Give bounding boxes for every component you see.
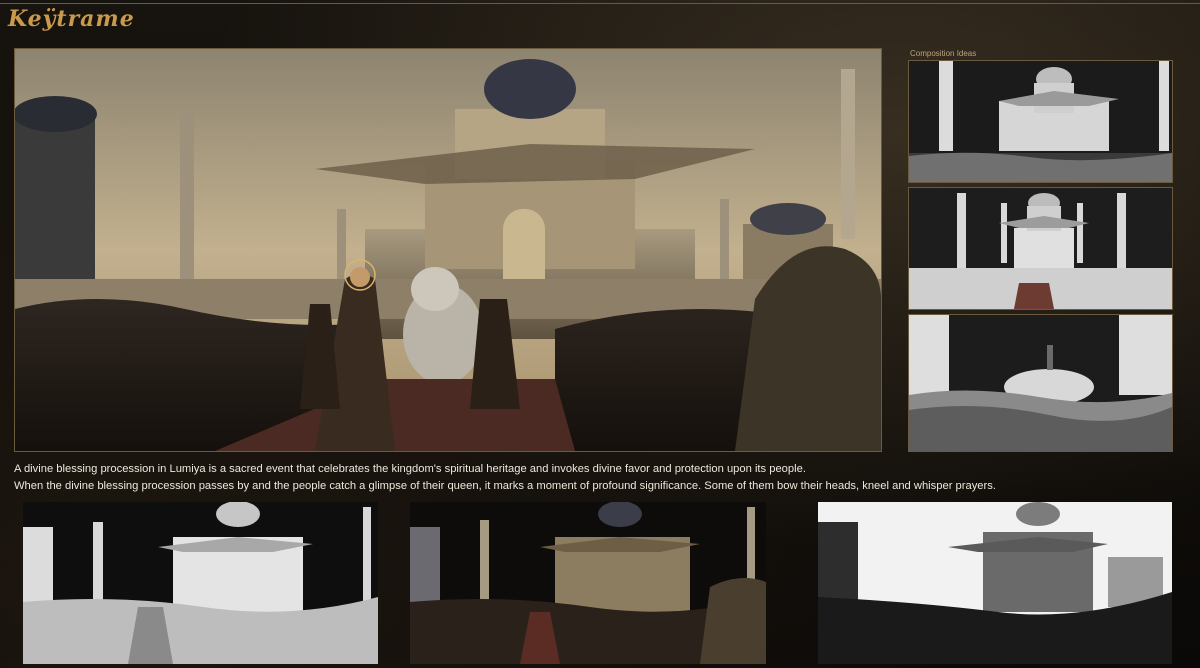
top-divider [0,3,1200,4]
composition-sketch-symmetric [909,188,1172,309]
color-render-pass[interactable] [410,502,766,664]
scene-description: A divine blessing procession in Lumiya i… [14,461,1194,494]
composition-sketch-front [909,61,1172,182]
description-line-2: When the divine blessing procession pass… [14,479,996,492]
composition-sketch-crowd [909,315,1172,451]
clay-render-pass[interactable] [23,502,378,664]
description-line-1: A divine blessing procession in Lumiya i… [14,463,806,475]
composition-ideas-label: Composition Ideas [910,49,977,58]
composition-thumbnail-3[interactable] [908,314,1173,452]
main-concept-render[interactable] [14,48,882,452]
procession-scene-illustration [15,49,881,451]
depth-pass[interactable] [818,502,1172,664]
brand-logo[interactable]: Keÿtrame [8,6,135,32]
composition-thumbnail-2[interactable] [908,187,1173,310]
clay-render-image [23,502,378,664]
depth-pass-image [818,502,1172,664]
composition-thumbnail-1[interactable] [908,60,1173,183]
color-render-image [410,502,766,664]
